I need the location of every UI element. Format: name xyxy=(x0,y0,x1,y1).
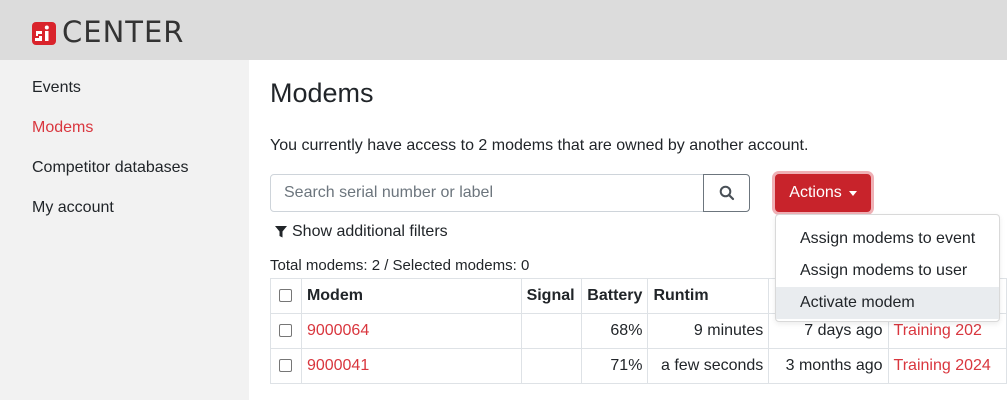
modem-cell: 9000064 xyxy=(300,313,522,349)
search-group xyxy=(270,174,750,212)
event-link[interactable]: Training 2024 xyxy=(894,357,991,374)
actions-label: Actions xyxy=(789,184,842,201)
event-cell: Training 2024 xyxy=(887,348,1007,384)
header-signal[interactable]: Signal xyxy=(520,278,583,314)
actions-dropdown-menu: Assign modems to event Assign modems to … xyxy=(775,214,1000,322)
event-link[interactable]: Training 202 xyxy=(894,322,982,339)
main-content: Modems You currently have access to 2 mo… xyxy=(249,60,1007,400)
actions-button[interactable]: Actions xyxy=(775,174,871,212)
select-all-checkbox[interactable] xyxy=(279,289,293,303)
show-filters-toggle[interactable]: Show additional filters xyxy=(275,223,448,241)
row-select-cell xyxy=(270,348,302,384)
header-runtime[interactable]: Runtim xyxy=(647,278,770,314)
menu-item-assign-to-user[interactable]: Assign modems to user xyxy=(776,255,999,287)
modem-link[interactable]: 9000064 xyxy=(307,322,369,339)
modem-link[interactable]: 9000041 xyxy=(307,357,369,374)
filter-icon xyxy=(275,226,287,238)
top-header: CENTER xyxy=(0,0,1007,60)
logo[interactable]: CENTER xyxy=(32,15,185,49)
search-button[interactable] xyxy=(703,174,750,212)
sidebar: Events Modems Competitor databases My ac… xyxy=(0,60,249,400)
logo-text: CENTER xyxy=(62,15,185,49)
modem-cell: 9000041 xyxy=(300,348,522,384)
sidebar-item-modems[interactable]: Modems xyxy=(32,119,93,137)
header-battery[interactable]: Battery xyxy=(581,278,649,314)
battery-cell: 71% xyxy=(581,348,649,384)
page-title: Modems xyxy=(270,78,374,108)
runtime-cell: a few seconds xyxy=(647,348,770,384)
last-seen-cell: 3 months ago xyxy=(768,348,889,384)
battery-cell: 68% xyxy=(581,313,649,349)
runtime-cell: 9 minutes xyxy=(647,313,770,349)
signal-cell xyxy=(520,348,583,384)
totals-text: Total modems: 2 / Selected modems: 0 xyxy=(270,257,530,274)
sidebar-item-competitor-databases[interactable]: Competitor databases xyxy=(32,159,189,177)
signal-cell xyxy=(520,313,583,349)
row-checkbox[interactable] xyxy=(279,324,293,338)
header-select-all xyxy=(270,278,302,314)
si-logo-icon xyxy=(32,22,56,45)
sidebar-item-my-account[interactable]: My account xyxy=(32,199,114,217)
row-select-cell xyxy=(270,313,302,349)
search-input[interactable] xyxy=(270,174,705,212)
search-icon xyxy=(719,185,734,201)
access-info-text: You currently have access to 2 modems th… xyxy=(270,137,809,154)
header-modem[interactable]: Modem xyxy=(300,278,522,314)
row-checkbox[interactable] xyxy=(279,359,293,373)
filters-label: Show additional filters xyxy=(292,223,448,240)
table-row: 9000041 71% a few seconds 3 months ago T… xyxy=(270,348,1007,384)
menu-item-activate-modem[interactable]: Activate modem xyxy=(776,287,999,319)
menu-item-assign-to-event[interactable]: Assign modems to event xyxy=(776,223,999,255)
sidebar-item-events[interactable]: Events xyxy=(32,79,81,97)
caret-down-icon xyxy=(848,190,857,196)
